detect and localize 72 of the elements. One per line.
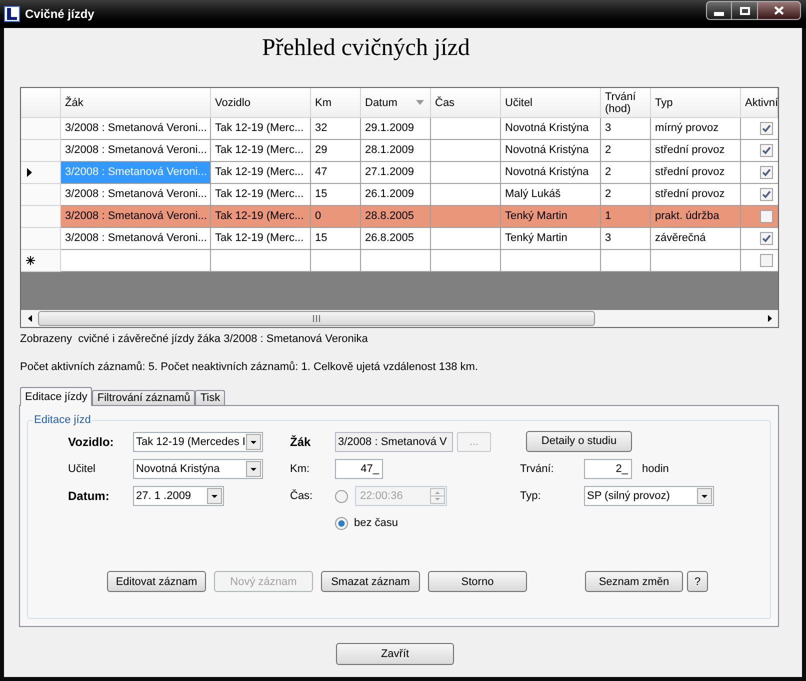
details-button[interactable]: Detaily o studiu (526, 430, 632, 452)
column-header[interactable]: Učitel (501, 88, 601, 118)
dropdown[interactable]: Novotná Kristýna (133, 459, 263, 479)
action-button[interactable]: Seznam změn (585, 571, 683, 592)
app-icon (4, 6, 20, 22)
action-button[interactable]: Smazat záznam (321, 571, 420, 592)
action-button[interactable]: Editovat záznam (107, 571, 206, 592)
column-header[interactable]: Čas (431, 88, 501, 118)
field-label: Čas: (290, 489, 313, 503)
field-label: Typ: (520, 489, 541, 503)
radio-button[interactable] (335, 516, 348, 530)
status-text: Počet aktivních záznamů: 5. Počet neaktivních záznamů: 1. Celkově ujetá vzdálenost 138 km. (20, 360, 478, 374)
text-field[interactable]: 47_ (335, 459, 383, 479)
heading: Přehled cvičných jízd (262, 34, 470, 63)
column-header[interactable]: Km (311, 88, 361, 118)
maximize-icon[interactable] (740, 6, 750, 14)
field-label: Trvání: (520, 462, 554, 476)
current-row-icon (27, 168, 32, 177)
dropdown[interactable]: Tak 12-19 (Mercedes I (133, 432, 263, 452)
minimize-button[interactable] (706, 1, 732, 20)
right-arrow-icon[interactable] (768, 315, 772, 322)
checkbox[interactable] (760, 122, 773, 135)
checkbox[interactable] (760, 254, 773, 267)
field-label: Vozidlo: (68, 435, 114, 449)
close-icon[interactable] (774, 6, 784, 15)
dropdown-caret-icon[interactable] (697, 488, 712, 504)
unit-label: hodin (642, 462, 669, 476)
action-button[interactable]: Storno (428, 571, 527, 592)
tab[interactable]: Editace jízdy (20, 387, 92, 406)
column-header[interactable]: Žák (61, 88, 211, 118)
column-header[interactable]: Trvání (hod) (601, 88, 651, 118)
date-picker[interactable]: 27. 1 .2009 (133, 486, 224, 506)
text-field[interactable]: 2_ (584, 459, 632, 479)
table-cell: 3/2008 : Smetanová Veroni... (61, 162, 211, 184)
maximize-button[interactable] (732, 1, 758, 20)
tab[interactable]: Filtrování záznamů (92, 390, 196, 405)
window-title: Cvičné jízdy (25, 6, 94, 23)
column-header[interactable]: Typ (651, 88, 741, 118)
dropdown-caret-icon[interactable] (246, 461, 261, 477)
grid-corner (21, 88, 61, 118)
checkbox[interactable] (760, 188, 773, 201)
radio-label[interactable]: bez času (354, 516, 398, 530)
grip-icon (313, 315, 320, 322)
column-header[interactable]: Aktivní (741, 88, 778, 118)
field-label: Datum: (68, 489, 110, 503)
dialog-close-button[interactable]: Zavřít (336, 643, 454, 665)
field-label: Km: (290, 462, 310, 476)
left-arrow-icon[interactable] (28, 315, 32, 322)
minimize-icon[interactable] (714, 12, 724, 16)
scrollbar-thumb[interactable] (38, 311, 595, 326)
radio-button[interactable] (335, 490, 348, 502)
field-label: Žák (290, 435, 311, 449)
dropdown[interactable]: SP (silný provoz) (584, 486, 714, 506)
row-header[interactable] (21, 162, 61, 184)
column-header[interactable]: Datum (361, 88, 431, 118)
checkbox[interactable] (760, 210, 773, 223)
asterisk-icon (26, 256, 35, 265)
close-button[interactable] (758, 1, 801, 20)
tab[interactable]: Tisk (195, 390, 226, 405)
checkbox[interactable] (760, 166, 773, 179)
checkbox[interactable] (760, 144, 773, 157)
row-header[interactable] (21, 250, 61, 272)
dropdown-caret-icon[interactable] (246, 434, 261, 450)
group-title: Editace jízd (33, 413, 92, 427)
help-button[interactable]: ? (687, 571, 708, 592)
text-field[interactable]: 3/2008 : Smetanová V (335, 432, 453, 452)
dropdown-caret-icon[interactable] (207, 488, 222, 504)
status-text: Zobrazeny cvičné i závěrečné jízdy žáka 3/2008 : Smetanová Veronika (20, 332, 368, 346)
column-header[interactable]: Vozidlo (211, 88, 311, 118)
horizontal-scrollbar[interactable] (21, 310, 778, 327)
field-label: Učitel (68, 462, 96, 476)
checkbox[interactable] (760, 232, 773, 245)
